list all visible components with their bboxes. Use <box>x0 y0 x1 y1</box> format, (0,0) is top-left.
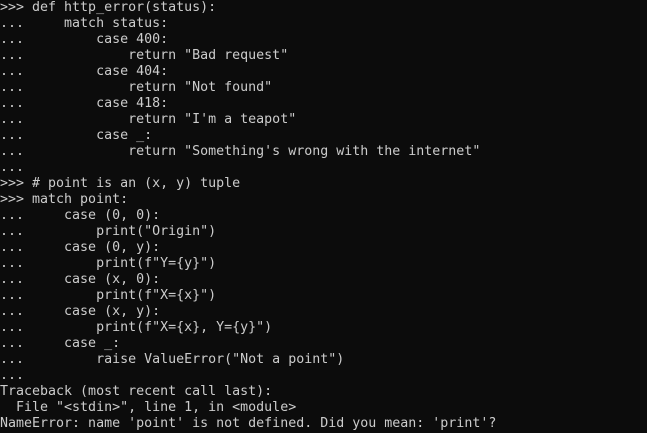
code-line-case-404: ... case 404: <box>0 64 169 79</box>
code-line-return-bad-request: ... return "Bad request" <box>0 48 289 63</box>
code-line-match-point: >>> match point: <box>0 192 129 207</box>
code-line-case-418: ... case 418: <box>0 96 169 111</box>
code-line-print-x-y: ... print(f"X={x}, Y={y}") <box>0 320 273 335</box>
code-line-return-something-wrong: ... return "Something's wrong with the i… <box>0 144 481 159</box>
code-line-comment-point: >>> # point is an (x, y) tuple <box>0 176 241 191</box>
code-line-case-wildcard: ... case _: <box>0 128 153 143</box>
code-line-case-x-0: ... case (x, 0): <box>0 272 161 287</box>
code-line-case-0-y: ... case (0, y): <box>0 240 161 255</box>
continuation-line: ... <box>0 160 25 175</box>
traceback-file-line: File "<stdin>", line 1, in <module> <box>0 400 297 415</box>
error-message: NameError: name 'point' is not defined. … <box>0 416 497 431</box>
code-line-return-not-found: ... return "Not found" <box>0 80 273 95</box>
code-line-return-teapot: ... return "I'm a teapot" <box>0 112 297 127</box>
code-line-case-x-y: ... case (x, y): <box>0 304 161 319</box>
code-line-case-origin: ... case (0, 0): <box>0 208 161 223</box>
code-line-print-x: ... print(f"X={x}") <box>0 288 217 303</box>
continuation-line-2: ... <box>0 368 25 383</box>
code-line-match-status: ... match status: <box>0 16 169 31</box>
code-line-case-400: ... case 400: <box>0 32 169 47</box>
code-line-raise-valueerror: ... raise ValueError("Not a point") <box>0 352 345 367</box>
code-line-print-y: ... print(f"Y={y}") <box>0 256 217 271</box>
code-line-case-wildcard-2: ... case _: <box>0 336 121 351</box>
code-line-print-origin: ... print("Origin") <box>0 224 217 239</box>
terminal-window[interactable]: >>> def http_error(status): ... match st… <box>0 0 647 433</box>
traceback-header: Traceback (most recent call last): <box>0 384 273 399</box>
code-line-def-http-error: >>> def http_error(status): <box>0 0 217 15</box>
